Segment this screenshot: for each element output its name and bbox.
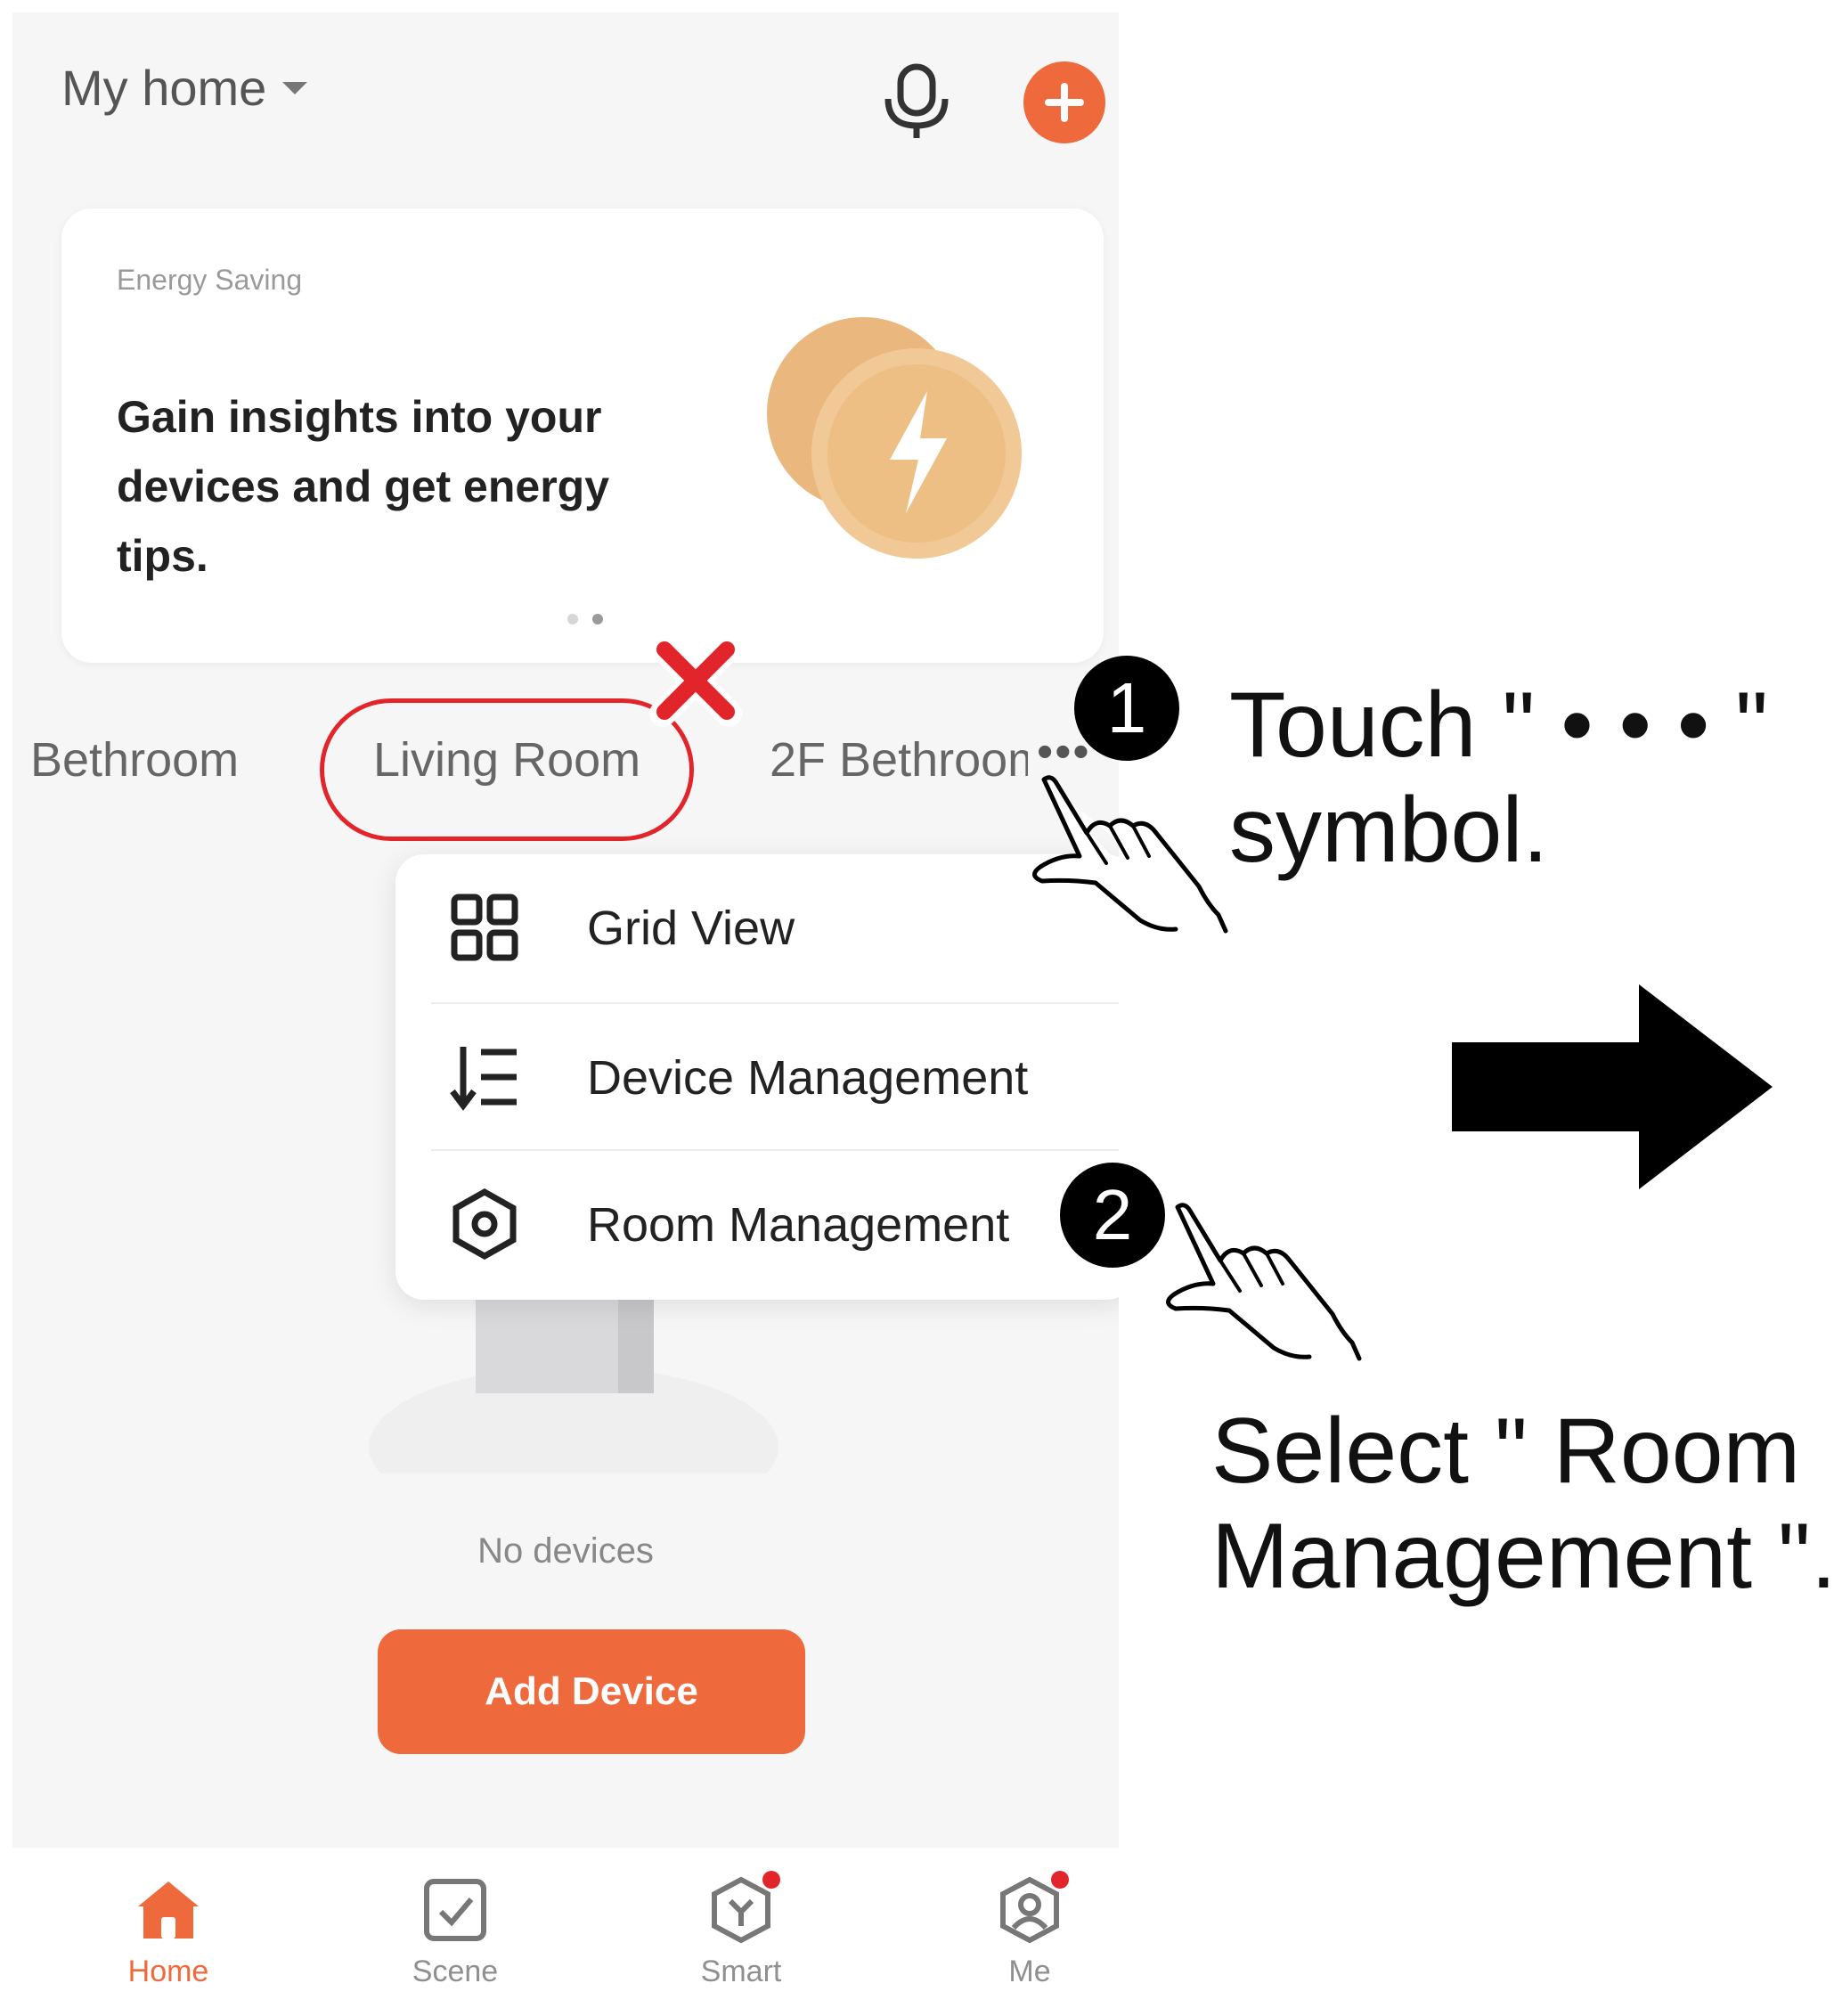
notification-badge [762, 1871, 780, 1889]
home-selector[interactable]: My home [61, 59, 308, 117]
menu-label: Grid View [587, 901, 795, 955]
menu-label: Room Management [587, 1197, 1010, 1252]
banner-tag: Energy Saving [117, 264, 303, 296]
pagination-dot[interactable] [567, 614, 578, 624]
bottom-tab-bar: Home Scene Smart Me [12, 1848, 1119, 2004]
app-header: My home [12, 12, 1119, 182]
hexagon-settings-icon [452, 1188, 517, 1260]
home-icon [138, 1881, 199, 1938]
step-2-instruction: Select " Room Management ". [1211, 1399, 1834, 1609]
notification-badge [1051, 1871, 1069, 1889]
phone-screen: My home Energy Saving Gain insights into… [12, 12, 1119, 2004]
home-title: My home [61, 60, 267, 116]
tab-me[interactable]: Me [967, 1865, 1092, 1999]
energy-banner[interactable]: Energy Saving Gain insights into your de… [61, 208, 1104, 663]
step-1-badge: 1 [1074, 656, 1179, 761]
tab-bethroom[interactable]: Bethroom [30, 732, 239, 788]
instruction-line: Touch " • • • " [1229, 673, 1769, 777]
instruction-line: Select " Room [1211, 1400, 1801, 1503]
menu-item-grid-view[interactable]: Grid View [395, 854, 1119, 1001]
step-1-instruction: Touch " • • • " symbol. [1229, 673, 1768, 883]
pointing-hand-icon [1166, 1203, 1362, 1361]
microphone-icon[interactable] [881, 61, 952, 142]
empty-state-illustration [369, 1295, 778, 1527]
pointing-hand-icon [1032, 775, 1228, 934]
menu-item-room-management[interactable]: Room Management [395, 1151, 1119, 1298]
lightning-coin-icon [767, 317, 1022, 559]
add-device-button[interactable]: Add Device [378, 1629, 805, 1754]
nav-label: Smart [700, 1955, 782, 1988]
tab-home[interactable]: Home [106, 1865, 231, 1999]
banner-text: Gain insights into your devices and get … [117, 392, 610, 581]
menu-label: Device Management [587, 1050, 1029, 1105]
highlight-ring [320, 698, 694, 841]
tab-scene[interactable]: Scene [393, 1865, 518, 1999]
room-options-menu: Grid View Device Management Room Managem… [395, 854, 1119, 1300]
scene-icon [424, 1879, 486, 1941]
caret-down-icon [282, 81, 308, 94]
instruction-line: Management ". [1211, 1505, 1834, 1608]
banner-pagination [567, 614, 603, 624]
tab-smart[interactable]: Smart [679, 1865, 803, 1999]
instruction-line: symbol. [1229, 779, 1549, 882]
menu-item-device-management[interactable]: Device Management [395, 1004, 1119, 1151]
nav-label: Scene [412, 1955, 499, 1988]
cross-mark-icon [649, 634, 742, 727]
add-plus-button[interactable] [1023, 61, 1105, 143]
nav-label: Me [1008, 1955, 1051, 1988]
right-arrow-icon [1452, 984, 1773, 1189]
no-devices-text: No devices [477, 1531, 654, 1571]
pagination-dot-active[interactable] [592, 614, 603, 624]
grid-view-icon [451, 894, 518, 961]
nav-label: Home [127, 1955, 209, 1988]
sort-list-icon [450, 1047, 517, 1111]
step-2-badge: 2 [1060, 1163, 1165, 1268]
tab-2f-bethroom[interactable]: 2F Bethroom [770, 732, 1028, 788]
